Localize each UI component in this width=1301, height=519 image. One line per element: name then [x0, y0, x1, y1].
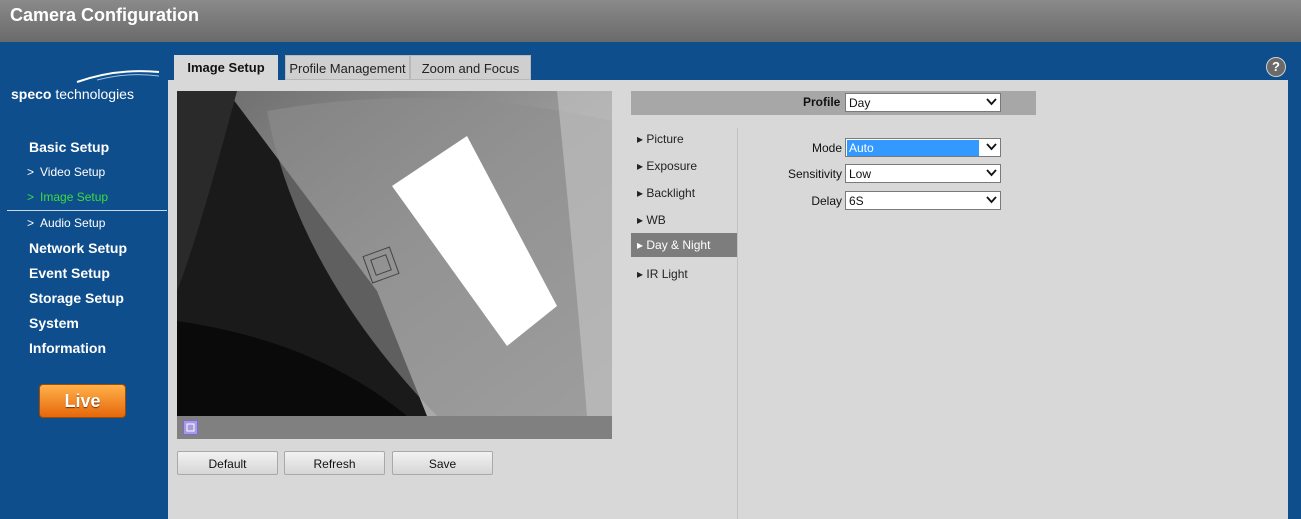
fit-screen-glyph [186, 423, 195, 432]
menu-divider [737, 128, 738, 519]
chevron-right-icon: > [27, 190, 35, 204]
sidebar-nav: Basic Setup > Video Setup > Image Setup > A… [7, 135, 167, 361]
delay-select-value: 6S [849, 194, 864, 208]
video-preview[interactable] [177, 91, 612, 416]
sidebar-item-video-setup[interactable]: > Video Setup [7, 160, 167, 185]
sensitivity-select-value: Low [849, 167, 872, 181]
app-title: Camera Configuration [10, 5, 200, 25]
sidebar-item-system[interactable]: System [7, 311, 167, 336]
sensitivity-label: Sensitivity [787, 167, 842, 181]
brand-logo: speco technologies [7, 60, 167, 102]
tab-zoom-and-focus[interactable]: Zoom and Focus [410, 55, 531, 80]
sidebar-item-information[interactable]: Information [7, 336, 167, 361]
menu-item-wb[interactable]: ▸ WB [631, 209, 738, 236]
tab-profile-management[interactable]: Profile Management [285, 55, 410, 80]
camera-image [177, 91, 612, 416]
refresh-button[interactable]: Refresh [284, 451, 385, 475]
chevron-down-icon [986, 143, 997, 151]
brand-name: speco technologies [11, 86, 134, 102]
caret-right-icon: ▸ [637, 267, 644, 281]
mode-select-value: Auto [847, 140, 979, 156]
profile-select[interactable]: Day [845, 93, 1001, 112]
menu-item-ir-light[interactable]: ▸ IR Light [631, 263, 738, 290]
chevron-right-icon: > [27, 216, 35, 230]
caret-right-icon: ▸ [637, 213, 644, 227]
menu-item-picture[interactable]: ▸ Picture [631, 128, 738, 155]
profile-bar: Profile Day [631, 91, 1036, 115]
chevron-down-icon [986, 196, 997, 204]
delay-label: Delay [811, 194, 842, 208]
mode-select[interactable]: Auto [845, 138, 1001, 157]
caret-right-icon: ▸ [637, 132, 644, 146]
sidebar-item-event-setup[interactable]: Event Setup [7, 261, 167, 286]
profile-label: Profile [803, 95, 841, 109]
save-button[interactable]: Save [392, 451, 493, 475]
fit-screen-icon[interactable] [183, 420, 198, 435]
sensitivity-select[interactable]: Low [845, 164, 1001, 183]
delay-select[interactable]: 6S [845, 191, 1001, 210]
chevron-right-icon: > [27, 165, 35, 179]
video-toolbar [177, 416, 612, 439]
default-button[interactable]: Default [177, 451, 278, 475]
profile-select-value: Day [849, 96, 871, 110]
live-button[interactable]: Live [39, 384, 126, 418]
sidebar-item-storage-setup[interactable]: Storage Setup [7, 286, 167, 311]
sidebar-item-basic-setup[interactable]: Basic Setup [7, 135, 167, 160]
tab-image-setup[interactable]: Image Setup [174, 55, 278, 80]
chevron-down-icon [986, 98, 997, 106]
menu-item-backlight[interactable]: ▸ Backlight [631, 182, 738, 209]
caret-right-icon: ▸ [637, 238, 644, 252]
caret-right-icon: ▸ [637, 159, 644, 173]
chevron-down-icon [986, 169, 997, 177]
menu-item-day-night[interactable]: ▸ Day & Night [631, 233, 738, 257]
image-settings-menu: ▸ Picture ▸ Exposure ▸ Backlight ▸ WB ▸ … [631, 128, 738, 290]
menu-item-exposure[interactable]: ▸ Exposure [631, 155, 738, 182]
sidebar-item-image-setup[interactable]: > Image Setup [7, 185, 167, 211]
title-bar: Camera Configuration [0, 0, 1301, 42]
mode-label: Mode [811, 141, 842, 155]
help-icon[interactable]: ? [1266, 57, 1286, 77]
sidebar-item-network-setup[interactable]: Network Setup [7, 236, 167, 261]
sidebar-item-audio-setup[interactable]: > Audio Setup [7, 211, 167, 236]
caret-right-icon: ▸ [637, 186, 644, 200]
